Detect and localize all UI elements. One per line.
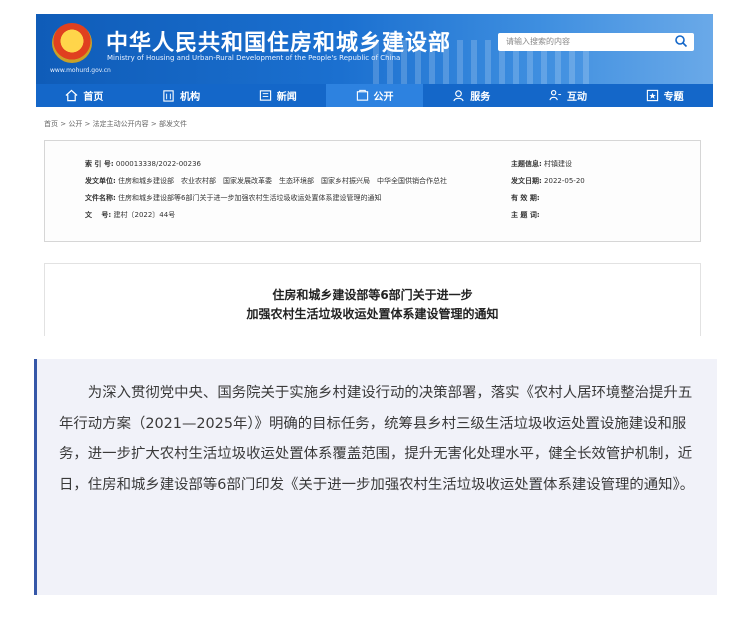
news-icon (259, 90, 271, 101)
meta-index: 索 引 号: 000013338/2022-00236 (85, 159, 201, 169)
nav-item-service[interactable]: 服务 (423, 84, 520, 107)
main-nav: 首页 机构 新闻 公开 服务 互动 专题 (36, 84, 713, 107)
search-icon[interactable] (674, 34, 688, 48)
document-title-line-2: 加强农村生活垃圾收运处置体系建设管理的通知 (246, 307, 499, 321)
nav-label: 公开 (373, 92, 394, 103)
site-subtitle: Ministry of Housing and Urban-Rural Deve… (107, 54, 401, 62)
meta-label: 发文单位: (85, 177, 116, 185)
meta-value: 建村〔2022〕44号 (113, 211, 176, 219)
site-header: ★ www.mohurd.gov.cn 中华人民共和国住房和城乡建设部 Mini… (36, 14, 713, 84)
nav-label: 新闻 (276, 92, 297, 103)
meta-label: 有 效 期: (511, 194, 540, 202)
search-input[interactable]: 请输入搜索的内容 (506, 36, 570, 47)
interaction-icon (549, 90, 562, 101)
building-icon (163, 90, 174, 102)
home-icon (65, 89, 78, 102)
meta-value: 000013338/2022-00236 (115, 160, 201, 168)
site-title[interactable]: 中华人民共和国住房和城乡建设部 (106, 25, 451, 57)
meta-value: 2022-05-20 (544, 177, 585, 185)
nav-item-topic[interactable]: 专题 (616, 84, 713, 107)
nav-label: 服务 (470, 92, 491, 103)
nav-label: 专题 (663, 92, 684, 103)
meta-issuer: 发文单位: 住房和城乡建设部 农业农村部 国家发展改革委 生态环境部 国家乡村振… (85, 176, 447, 186)
meta-label: 文件名称: (85, 194, 116, 202)
service-icon (453, 90, 464, 102)
meta-value: 住房和城乡建设部等6部门关于进一步加强农村生活垃圾收运处置体系建设管理的通知 (118, 194, 382, 202)
nav-item-disclosure[interactable]: 公开 (326, 84, 423, 107)
summary-quote-block: 为深入贯彻党中央、国务院关于实施乡村建设行动的决策部署，落实《农村人居环境整治提… (34, 359, 717, 595)
meta-valid: 有 效 期: (511, 193, 540, 203)
nav-label: 机构 (180, 92, 201, 103)
breadcrumb[interactable]: 首页 > 公开 > 法定主动公开内容 > 部发文件 (44, 119, 187, 129)
national-emblem-icon: ★ (52, 23, 92, 63)
meta-subject: 主 题 词: (511, 210, 540, 220)
meta-docname: 文件名称: 住房和城乡建设部等6部门关于进一步加强农村生活垃圾收运处置体系建设管… (85, 193, 382, 203)
summary-text: 为深入贯彻党中央、国务院关于实施乡村建设行动的决策部署，落实《农村人居环境整治提… (59, 385, 695, 493)
meta-topic: 主题信息: 村镇建设 (511, 159, 572, 169)
meta-docno: 文 号: 建村〔2022〕44号 (85, 210, 175, 220)
meta-label: 主 题 词: (511, 211, 540, 219)
meta-label: 主题信息: (511, 160, 542, 168)
meta-label: 发文日期: (511, 177, 542, 185)
meta-label: 索 引 号: (85, 160, 114, 168)
emblem-star-icon: ★ (64, 32, 77, 48)
site-url: www.mohurd.gov.cn (50, 67, 111, 74)
meta-date: 发文日期: 2022-05-20 (511, 176, 585, 186)
disclosure-icon (356, 89, 368, 101)
document-title-box: 住房和城乡建设部等6部门关于进一步 加强农村生活垃圾收运处置体系建设管理的通知 (44, 263, 701, 336)
meta-label: 文 号: (85, 211, 112, 219)
topic-icon (646, 89, 658, 102)
document-title-line-1: 住房和城乡建设部等6部门关于进一步 (272, 288, 473, 302)
nav-item-organization[interactable]: 机构 (133, 84, 230, 107)
nav-item-news[interactable]: 新闻 (229, 84, 326, 107)
nav-label: 互动 (566, 92, 587, 103)
document-meta-box: 索 引 号: 000013338/2022-00236 发文单位: 住房和城乡建… (44, 140, 701, 242)
meta-value: 村镇建设 (544, 160, 573, 168)
search-box[interactable]: 请输入搜索的内容 (498, 33, 694, 51)
nav-item-interaction[interactable]: 互动 (520, 84, 617, 107)
nav-item-home[interactable]: 首页 (36, 84, 133, 107)
meta-value: 住房和城乡建设部 农业农村部 国家发展改革委 生态环境部 国家乡村振兴局 中华全… (118, 177, 448, 185)
nav-label: 首页 (83, 92, 104, 103)
